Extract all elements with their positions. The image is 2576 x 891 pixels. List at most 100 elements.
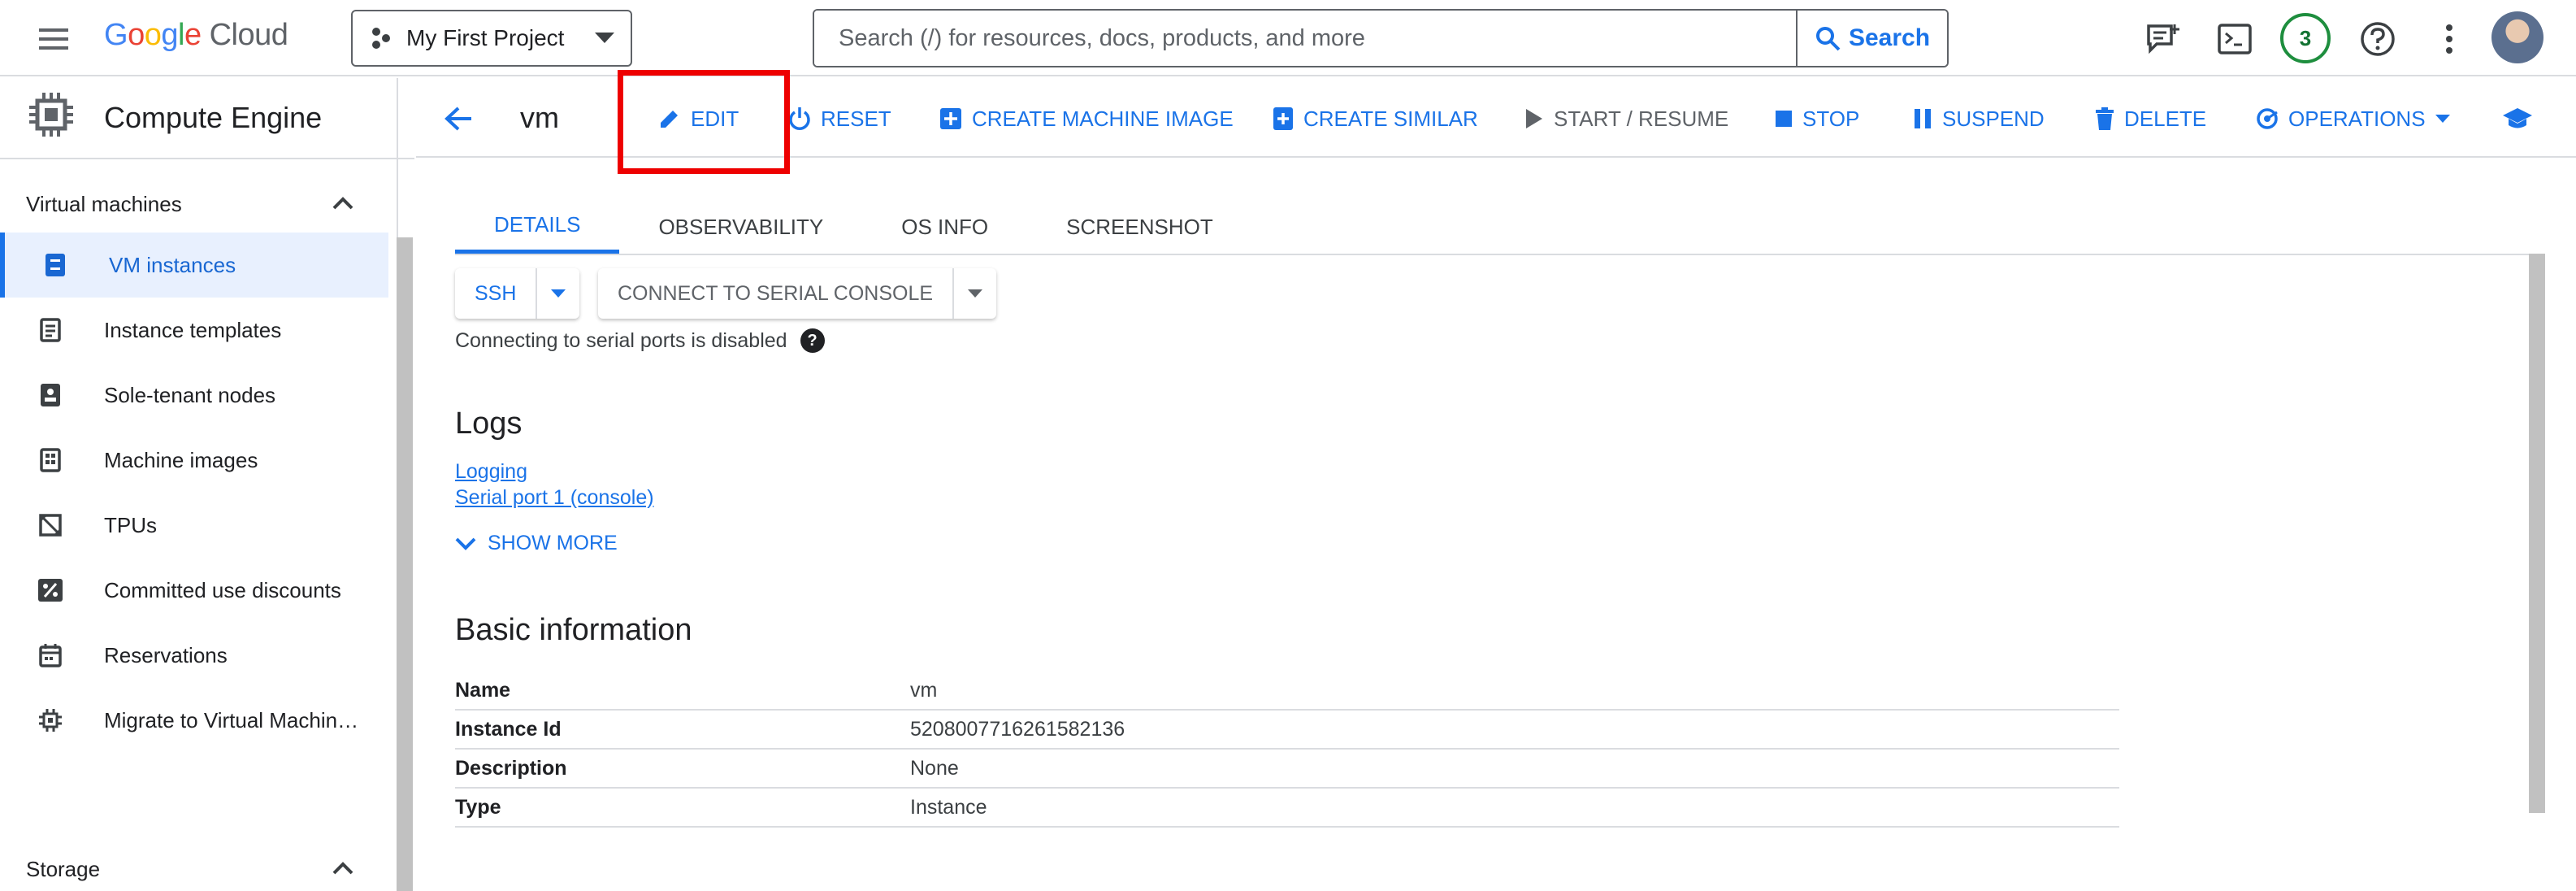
machine-image-icon — [36, 446, 65, 475]
create-similar-label: CREATE SIMILAR — [1303, 106, 1478, 131]
notifications-badge[interactable]: 3 — [2280, 13, 2331, 63]
serial-dropdown-button[interactable] — [952, 268, 996, 319]
product-title: Compute Engine — [104, 101, 323, 134]
serial-hint-text: Connecting to serial ports is disabled — [455, 328, 787, 352]
more-vert-icon[interactable] — [2430, 20, 2469, 59]
chevron-up-icon[interactable] — [327, 187, 359, 219]
reset-button[interactable]: RESET — [788, 102, 891, 135]
ssh-dropdown-button[interactable] — [536, 268, 579, 319]
row-value: None — [910, 756, 959, 780]
tab-details[interactable]: DETAILS — [455, 200, 620, 254]
template-icon — [36, 315, 65, 345]
tab-observability[interactable]: OBSERVABILITY — [619, 200, 862, 254]
vm-instances-icon — [41, 250, 70, 280]
row-key: Instance Id — [455, 717, 562, 741]
row-key: Type — [455, 795, 501, 819]
play-icon — [1524, 107, 1544, 130]
sidebar-item-committed-use-discounts[interactable]: Committed use discounts — [0, 558, 388, 623]
create-machine-image-button[interactable]: CREATE MACHINE IMAGE — [939, 102, 1234, 135]
hamburger-menu-icon[interactable] — [36, 21, 72, 57]
sidebar-item-tpus[interactable]: TPUs — [0, 493, 388, 558]
sole-tenant-icon — [36, 380, 65, 410]
create-machine-image-label: CREATE MACHINE IMAGE — [972, 106, 1234, 131]
start-resume-button[interactable]: START / RESUME — [1524, 102, 1728, 135]
operations-button[interactable]: OPERATIONS — [2256, 102, 2450, 135]
table-row: Name vm — [455, 672, 2119, 711]
sidebar-scrollbar[interactable] — [397, 237, 413, 891]
feedback-icon[interactable] — [2144, 20, 2183, 59]
suspend-button[interactable]: SUSPEND — [1913, 102, 2045, 135]
sidebar-item-reservations[interactable]: Reservations — [0, 623, 388, 688]
back-arrow-icon[interactable] — [440, 101, 476, 137]
stop-label: STOP — [1802, 106, 1860, 131]
trash-icon — [2095, 106, 2114, 131]
chevron-up-icon[interactable] — [327, 852, 359, 884]
ssh-button[interactable]: SSH — [455, 268, 536, 319]
sidebar-item-label: Reservations — [104, 642, 228, 667]
ssh-button-group: SSH — [455, 268, 580, 319]
connect-serial-console-button[interactable]: CONNECT TO SERIAL CONSOLE — [598, 268, 952, 319]
sidebar-item-instance-templates[interactable]: Instance templates — [0, 298, 388, 363]
stop-button[interactable]: STOP — [1775, 102, 1859, 135]
create-similar-button[interactable]: CREATE SIMILAR — [1273, 102, 1478, 135]
sidebar-item-sole-tenant-nodes[interactable]: Sole-tenant nodes — [0, 363, 388, 428]
sidebar-item-label: Machine images — [104, 447, 258, 472]
avatar[interactable] — [2491, 11, 2543, 63]
caret-down-icon — [2435, 114, 2450, 124]
delete-label: DELETE — [2124, 106, 2207, 131]
sidebar-item-label: Committed use discounts — [104, 577, 341, 602]
learn-icon[interactable] — [2500, 101, 2535, 137]
delete-button[interactable]: DELETE — [2095, 102, 2206, 135]
main-content: DETAILS OBSERVABILITY OS INFO SCREENSHOT… — [416, 159, 2576, 828]
content-scrollbar[interactable] — [2529, 254, 2545, 813]
sidebar-item-label: TPUs — [104, 512, 157, 537]
tpu-icon — [36, 511, 65, 540]
google-cloud-logo[interactable]: Google Cloud — [104, 18, 288, 53]
basic-information-table: Name vm Instance Id 5208007716261582136 … — [455, 672, 2119, 828]
operations-icon — [2256, 107, 2279, 130]
row-key: Name — [455, 678, 511, 702]
help-icon[interactable] — [2358, 20, 2397, 59]
logging-link[interactable]: Logging — [455, 460, 527, 484]
sidebar-item-machine-images[interactable]: Machine images — [0, 428, 388, 493]
search-button-label: Search — [1848, 24, 1931, 51]
caret-down-icon — [595, 33, 614, 44]
cloud-shell-icon[interactable] — [2215, 20, 2254, 59]
pause-icon — [1913, 107, 1932, 130]
add-box-icon — [939, 107, 962, 130]
table-row: Type Instance — [455, 789, 2119, 828]
caret-down-icon — [551, 289, 566, 298]
section-virtual-machines: Virtual machines — [26, 192, 182, 216]
sidebar-item-label: Migrate to Virtual Machin… — [104, 707, 359, 732]
table-row: Instance Id 5208007716261582136 — [455, 711, 2119, 750]
sidebar-item-label: Instance templates — [104, 317, 282, 342]
project-icon — [369, 26, 393, 50]
suspend-label: SUSPEND — [1942, 106, 2045, 131]
sidebar-item-vm-instances[interactable]: VM instances — [0, 233, 388, 298]
project-picker[interactable]: My First Project — [351, 10, 632, 67]
show-more-button[interactable]: SHOW MORE — [455, 532, 618, 555]
sidebar-item-label: VM instances — [109, 252, 236, 277]
calendar-icon — [36, 641, 65, 670]
percent-icon — [36, 576, 65, 605]
section-storage: Storage — [26, 857, 101, 881]
sidebar-item-migrate[interactable]: Migrate to Virtual Machin… — [0, 688, 388, 753]
tab-screenshot[interactable]: SCREENSHOT — [1027, 200, 1252, 254]
add-document-icon — [1273, 106, 1294, 131]
caret-down-icon — [968, 289, 983, 298]
serial-console-button-group: CONNECT TO SERIAL CONSOLE — [598, 268, 997, 319]
basic-information-heading: Basic information — [455, 613, 692, 647]
search-input[interactable] — [814, 11, 1796, 66]
tab-os-info[interactable]: OS INFO — [862, 200, 1027, 254]
help-icon[interactable]: ? — [800, 328, 825, 353]
row-value: Instance — [910, 795, 987, 819]
project-name: My First Project — [406, 25, 565, 50]
search-button[interactable]: Search — [1796, 11, 1947, 66]
start-resume-label: START / RESUME — [1554, 106, 1729, 131]
sidebar-item-label: Sole-tenant nodes — [104, 382, 276, 407]
power-icon — [788, 106, 811, 131]
top-bar: GoogleCloud My First Project Search 3 — [0, 0, 2576, 76]
serial-port-link[interactable]: Serial port 1 (console) — [455, 486, 654, 510]
reset-label: RESET — [821, 106, 891, 131]
tab-bar: DETAILS OBSERVABILITY OS INFO SCREENSHOT — [455, 200, 2545, 255]
